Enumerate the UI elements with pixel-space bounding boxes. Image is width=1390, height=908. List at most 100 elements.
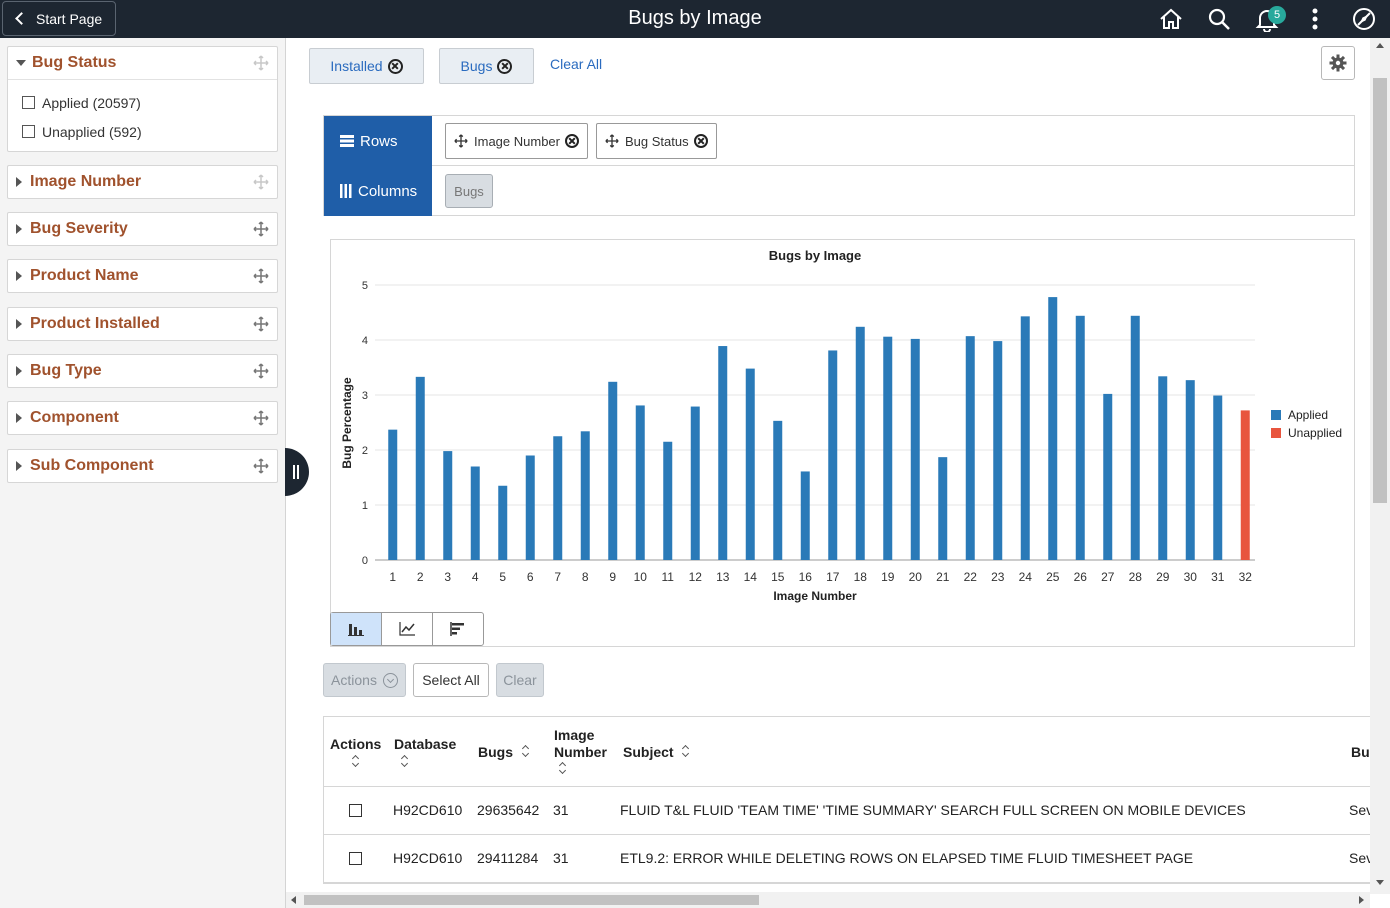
row-checkbox[interactable] xyxy=(349,804,362,817)
table-row[interactable]: H92CD610 29411284 31 ETL9.2: ERROR WHILE… xyxy=(324,835,1370,883)
bar[interactable] xyxy=(828,350,838,560)
actions-button[interactable]: Actions xyxy=(323,663,406,697)
scroll-down-icon[interactable] xyxy=(1376,880,1384,885)
bar[interactable] xyxy=(993,341,1003,560)
facet-header[interactable]: Component xyxy=(8,402,277,434)
bar[interactable] xyxy=(1103,393,1113,560)
facet-header[interactable]: Bug Status xyxy=(8,47,277,79)
bar[interactable] xyxy=(580,431,590,560)
facet-header[interactable]: Product Name xyxy=(8,260,277,292)
sort-icon[interactable] xyxy=(351,755,361,767)
bar[interactable] xyxy=(1213,395,1223,560)
rows-button[interactable]: Rows xyxy=(324,116,432,166)
move-icon[interactable] xyxy=(253,55,269,71)
facet-product-name[interactable]: Product Name xyxy=(7,259,278,293)
row-field-bug-status[interactable]: Bug Status xyxy=(596,123,717,159)
row-field-image-number[interactable]: Image Number xyxy=(445,123,588,159)
bar[interactable] xyxy=(1130,315,1140,560)
remove-circle-icon[interactable] xyxy=(693,134,708,148)
horizontal-bar-button[interactable] xyxy=(433,613,483,645)
compass-icon[interactable] xyxy=(1351,6,1377,32)
bar[interactable] xyxy=(1240,410,1250,560)
facet-header[interactable]: Image Number xyxy=(8,166,277,198)
facet-header[interactable]: Sub Component xyxy=(8,450,277,482)
bar[interactable] xyxy=(663,441,673,560)
bar[interactable] xyxy=(745,368,755,560)
bar[interactable] xyxy=(800,471,810,560)
bar[interactable] xyxy=(498,485,508,560)
facet-header[interactable]: Bug Type xyxy=(8,355,277,387)
sort-icon[interactable] xyxy=(681,745,691,757)
col-header-subject[interactable]: Subject xyxy=(623,744,691,760)
vertical-scrollbar[interactable] xyxy=(1370,38,1390,894)
bar[interactable] xyxy=(1048,297,1058,560)
home-icon[interactable] xyxy=(1158,6,1184,32)
facet-component[interactable]: Component xyxy=(7,401,278,435)
bar[interactable] xyxy=(938,457,948,560)
bar[interactable] xyxy=(718,346,728,560)
move-icon[interactable] xyxy=(454,134,468,148)
columns-button[interactable]: Columns xyxy=(324,166,432,216)
col-header-bugs[interactable]: Bugs xyxy=(478,744,531,760)
bar[interactable] xyxy=(608,381,618,560)
bar[interactable] xyxy=(415,376,425,560)
start-page-button[interactable]: Start Page xyxy=(2,1,116,36)
move-icon[interactable] xyxy=(253,221,269,237)
move-icon[interactable] xyxy=(253,268,269,284)
bar-chart-button[interactable] xyxy=(331,613,382,645)
col-header-bug-severity[interactable]: Bu xyxy=(1351,744,1370,760)
bar[interactable] xyxy=(690,406,700,560)
bar[interactable] xyxy=(1075,315,1085,560)
facet-image-number[interactable]: Image Number xyxy=(7,165,278,199)
scroll-up-icon[interactable] xyxy=(1376,43,1384,48)
remove-circle-icon[interactable] xyxy=(497,58,513,74)
move-icon[interactable] xyxy=(253,458,269,474)
filter-pill-bugs[interactable]: Bugs xyxy=(439,48,534,84)
col-header-image-number[interactable]: Image Number xyxy=(554,727,614,778)
bar[interactable] xyxy=(635,405,645,560)
filter-pill-installed[interactable]: Installed xyxy=(309,48,424,84)
scroll-left-icon[interactable] xyxy=(291,896,296,904)
checkbox[interactable] xyxy=(22,125,35,138)
move-icon[interactable] xyxy=(253,316,269,332)
scroll-right-icon[interactable] xyxy=(1359,896,1364,904)
bar[interactable] xyxy=(1020,316,1030,560)
remove-circle-icon[interactable] xyxy=(387,58,403,74)
horizontal-scrollbar[interactable] xyxy=(286,892,1370,908)
cell-bugs[interactable]: 29411284 xyxy=(477,850,538,866)
checkbox[interactable] xyxy=(22,96,35,109)
facet-bug-type[interactable]: Bug Type xyxy=(7,354,278,388)
move-icon[interactable] xyxy=(253,410,269,426)
bar[interactable] xyxy=(773,420,783,560)
line-chart-button[interactable] xyxy=(382,613,433,645)
search-icon[interactable] xyxy=(1206,6,1232,32)
more-icon[interactable] xyxy=(1302,6,1328,32)
move-icon[interactable] xyxy=(253,363,269,379)
bar[interactable] xyxy=(965,336,975,560)
facet-header[interactable]: Product Installed xyxy=(8,308,277,340)
col-header-database[interactable]: Database xyxy=(394,736,456,770)
bar[interactable] xyxy=(443,451,453,560)
col-header-actions[interactable]: Actions xyxy=(330,736,381,770)
cell-bugs[interactable]: 29635642 xyxy=(477,802,539,818)
facet-option[interactable]: Unapplied (592) xyxy=(22,117,277,146)
sort-icon[interactable] xyxy=(558,762,568,774)
bar[interactable] xyxy=(855,326,865,560)
facet-sub-component[interactable]: Sub Component xyxy=(7,449,278,483)
bar[interactable] xyxy=(910,338,920,560)
table-row[interactable]: H92CD610 29635642 31 FLUID T&L FLUID 'TE… xyxy=(324,787,1370,835)
scroll-thumb[interactable] xyxy=(1373,78,1387,503)
row-checkbox[interactable] xyxy=(349,852,362,865)
column-field-bugs[interactable]: Bugs xyxy=(445,174,493,208)
clear-all-link[interactable]: Clear All xyxy=(550,56,602,72)
bar[interactable] xyxy=(1185,380,1195,560)
bar[interactable] xyxy=(470,466,480,561)
facet-option[interactable]: Applied (20597) xyxy=(22,88,277,117)
facet-header[interactable]: Bug Severity xyxy=(8,213,277,245)
sort-icon[interactable] xyxy=(400,755,410,767)
move-icon[interactable] xyxy=(253,174,269,190)
settings-button[interactable] xyxy=(1321,46,1355,80)
bar[interactable] xyxy=(553,436,563,560)
bar[interactable] xyxy=(388,429,398,560)
bar[interactable] xyxy=(525,455,535,561)
